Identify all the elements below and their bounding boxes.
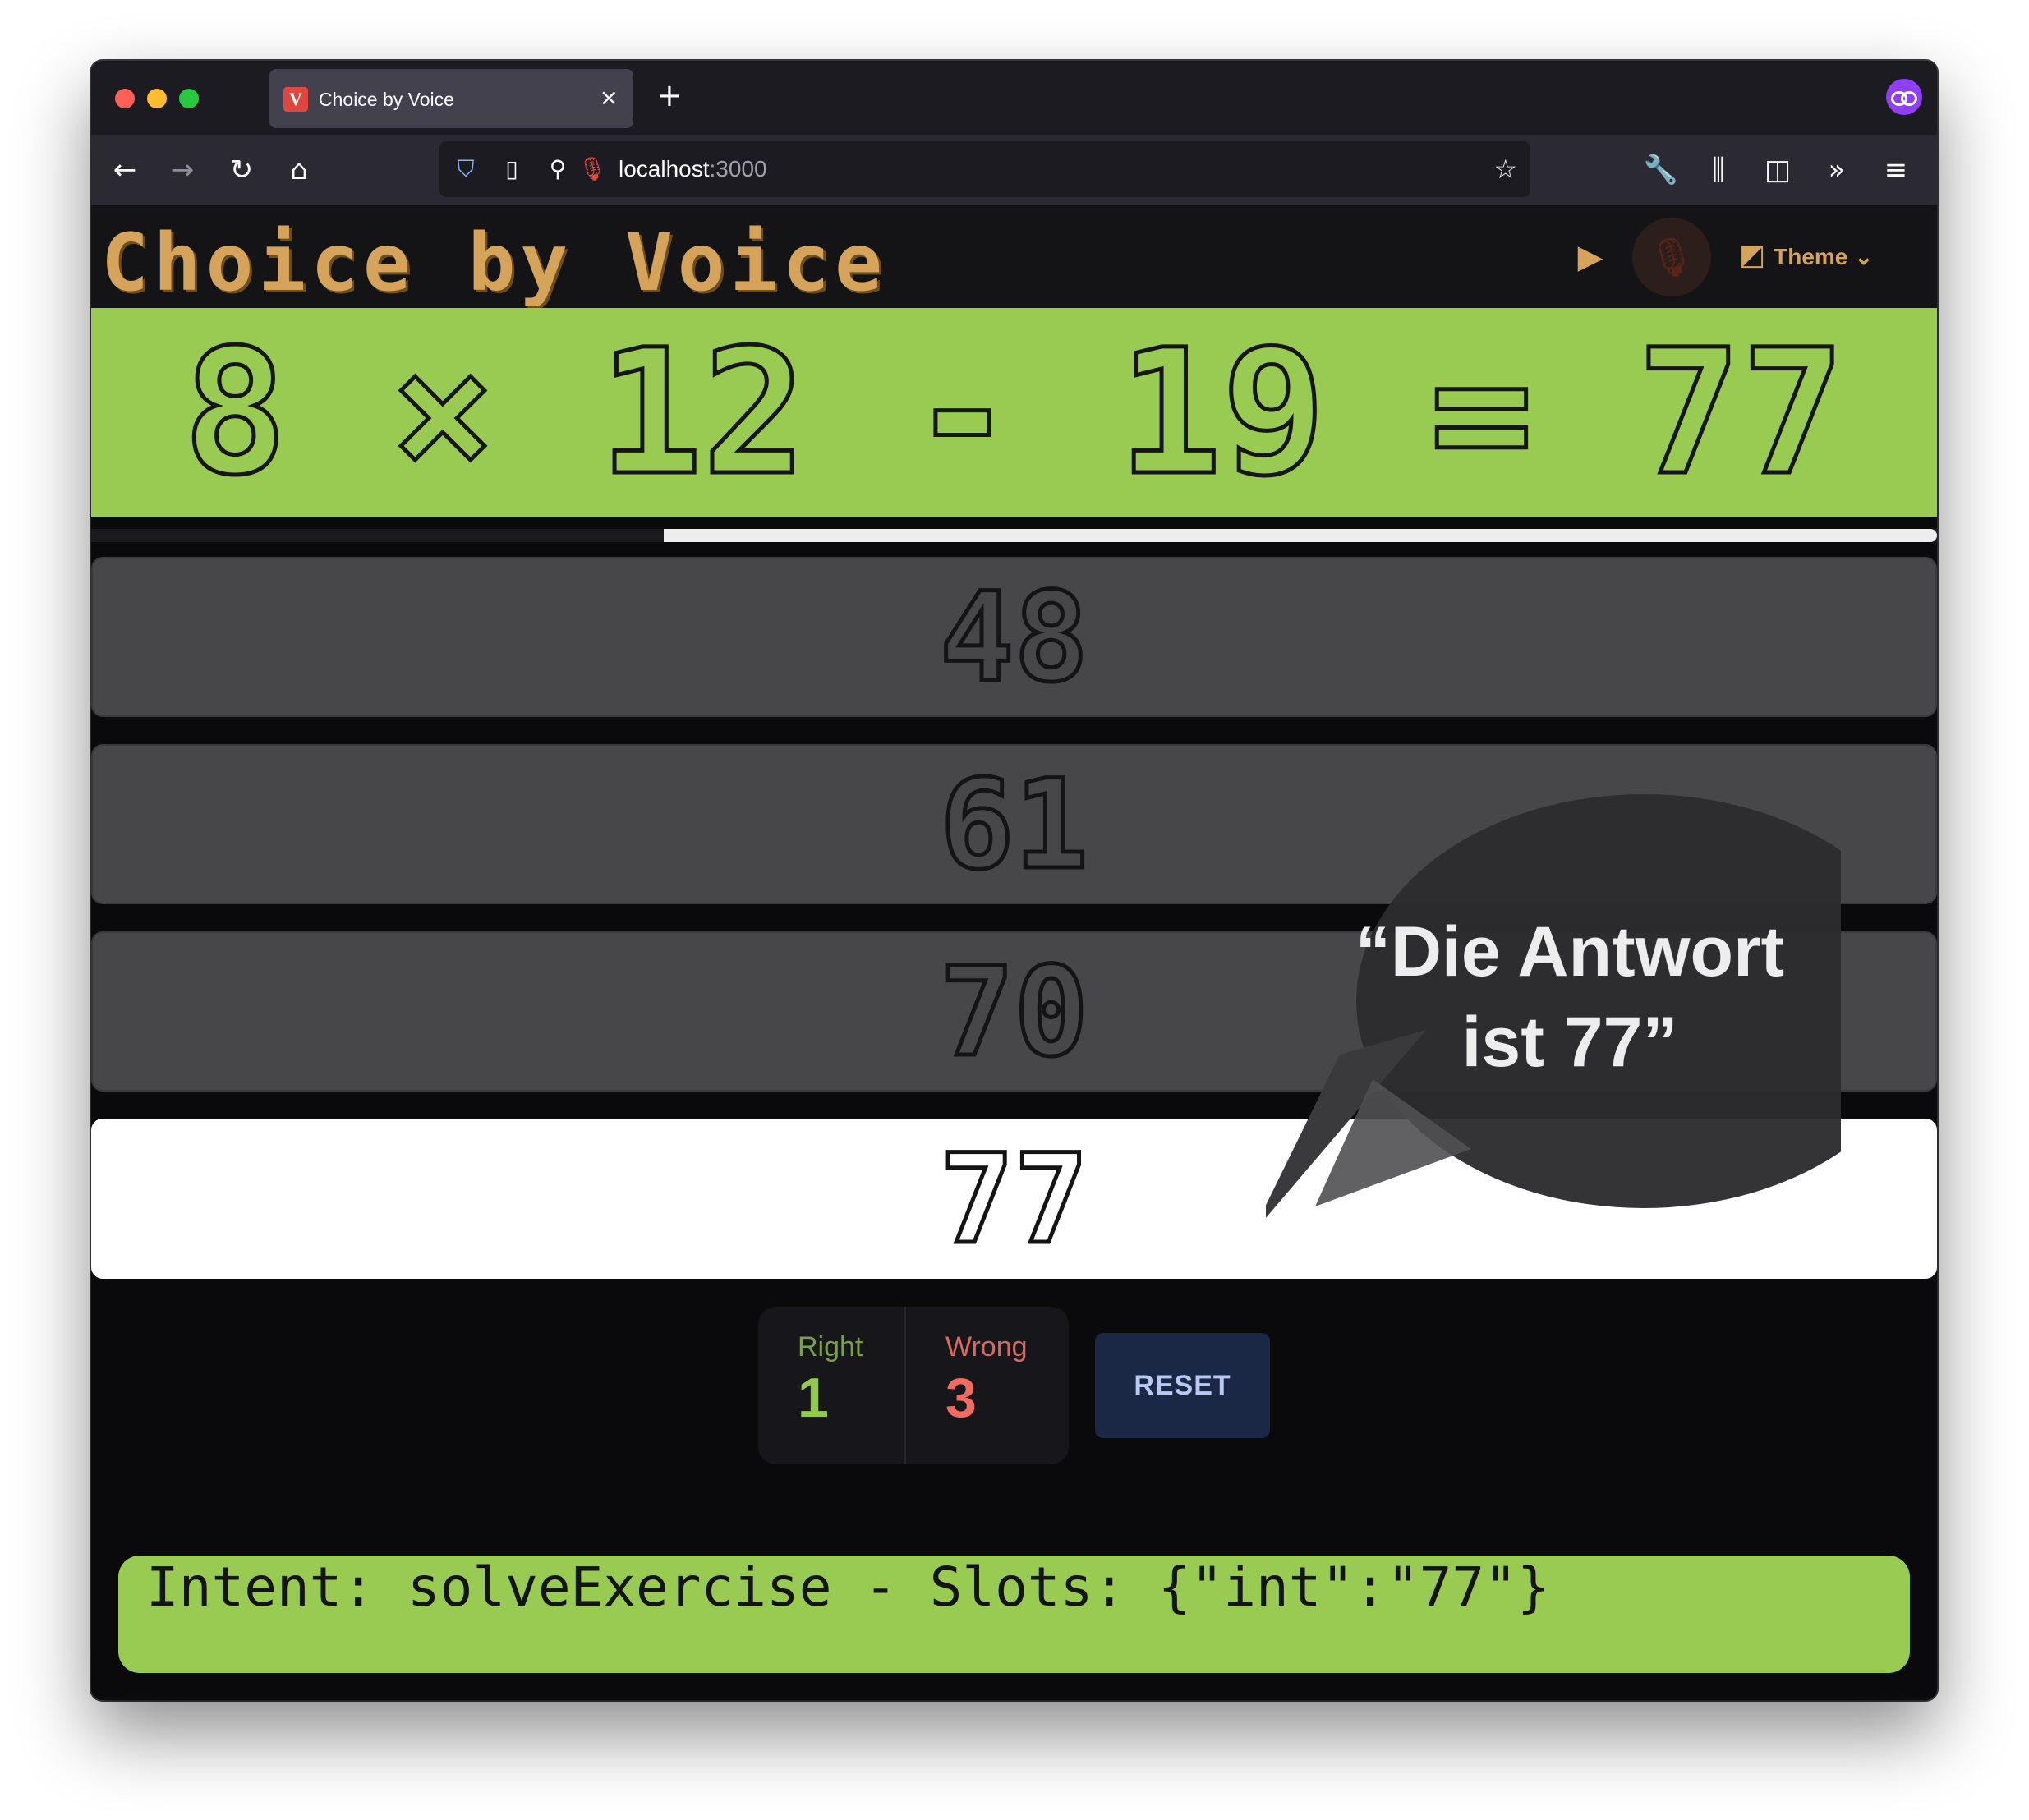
score-right-value: 1 [798,1367,829,1429]
bookmark-star-icon[interactable]: ☆ [1493,151,1517,187]
private-browsing-icon[interactable] [1886,79,1922,115]
score-wrong-label: Wrong [945,1331,1028,1363]
sidebar-icon[interactable]: ◫ [1757,149,1798,191]
tab-strip: V Choice by Voice × + [91,61,1937,135]
score-panel: Right 1 Wrong 3 [758,1307,1069,1464]
reload-icon[interactable]: ↻ [221,149,262,191]
score-wrong: Wrong 3 [904,1307,1069,1464]
timer-progress-fill [663,529,1937,542]
tab-title: Choice by Voice [319,89,454,110]
chevron-down-icon: ⌄ [1854,244,1874,269]
exercise-equation: 8 × 12 - 19 = 77 [182,310,1847,516]
nav-bar: ← → ↻ ⌂ ⛉ ▯ ⚲ 🎙 localhost:3000 ☆ 🔧 ⫼ ◫ »… [91,135,1937,205]
url-host: localhost [619,156,710,182]
minimize-window-button[interactable] [147,89,167,108]
microphone-icon: 🎙 [1647,235,1696,279]
microphone-button[interactable]: 🎙 [1632,218,1711,296]
menu-icon[interactable]: ≡ [1875,149,1916,191]
score-wrong-value: 3 [945,1367,977,1429]
favicon-icon: V [283,87,308,112]
tab-choice-by-voice[interactable]: V Choice by Voice × [269,69,633,128]
answer-option-value: 48 [938,565,1091,712]
speech-bubble-text: “Die Antwort ist 77” [1332,907,1808,1087]
speech-line-1: “Die Antwort [1355,912,1785,991]
timer-progress-track [91,529,1937,542]
forward-arrow-icon[interactable]: → [162,149,203,191]
zoom-window-button[interactable] [179,89,199,108]
close-window-button[interactable] [115,89,135,108]
page-icon[interactable]: ▯ [494,151,530,187]
new-tab-button[interactable]: + [656,77,683,113]
theme-palette-icon: ◩ [1739,239,1766,272]
reset-button[interactable]: RESET [1095,1333,1270,1438]
browser-window: V Choice by Voice × + ← → ↻ ⌂ ⛉ ▯ ⚲ 🎙 lo… [91,61,1937,1700]
url-text[interactable]: localhost:3000 [619,156,767,182]
url-bar[interactable]: ⛉ ▯ ⚲ 🎙 localhost:3000 ☆ [439,141,1530,197]
home-icon[interactable]: ⌂ [278,149,320,191]
app-header: Choice by Voice ▶ 🎙 ◩ Theme ⌄ [91,205,1937,309]
intent-bar: Intent: solveExercise - Slots: {"int":"7… [118,1556,1910,1673]
video-icon[interactable]: ▶ [1562,220,1619,294]
score-right-label: Right [798,1331,863,1363]
app-logo-title: Choice by Voice [101,217,887,309]
tab-close-icon[interactable]: × [600,85,619,110]
wrench-icon[interactable]: 🔧 [1640,149,1682,191]
answer-option[interactable]: 48 [91,557,1937,717]
permissions-icon[interactable]: ⚲ [540,151,576,187]
microphone-permission-icon[interactable]: 🎙 [574,151,610,187]
url-port: :3000 [709,156,767,182]
theme-button[interactable]: ◩ Theme ⌄ [1739,220,1903,294]
shield-icon[interactable]: ⛉ [448,151,484,187]
library-icon[interactable]: ⫼ [1698,149,1739,191]
back-arrow-icon[interactable]: ← [104,149,145,191]
speech-line-2: ist 77” [1461,1003,1678,1082]
theme-label: Theme [1774,244,1848,269]
exercise-band: 8 × 12 - 19 = 77 [91,308,1937,517]
score-right: Right 1 [758,1307,904,1464]
intent-text: Intent: solveExercise - Slots: {"int":"7… [146,1556,1550,1619]
overflow-chevron-icon[interactable]: » [1816,149,1857,191]
